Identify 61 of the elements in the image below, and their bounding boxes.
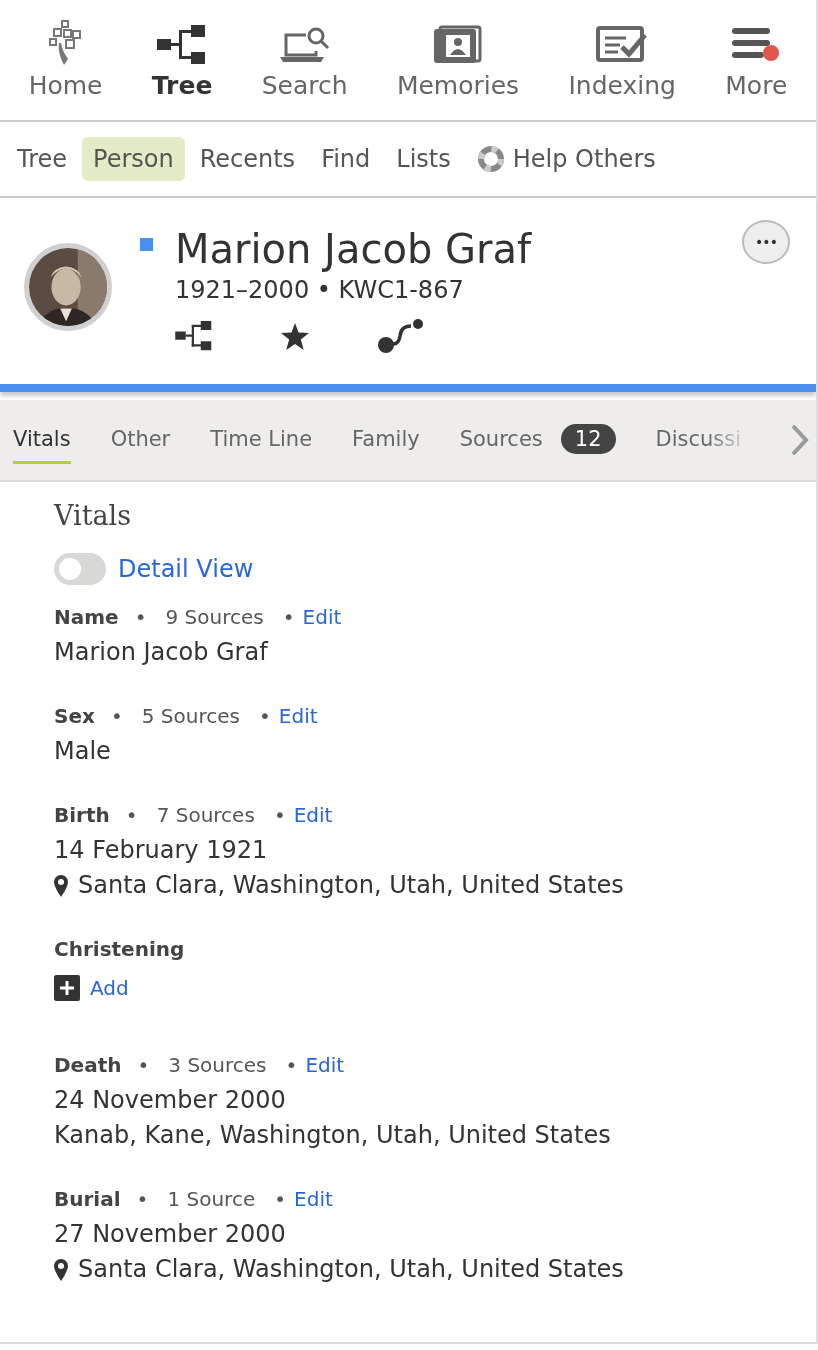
person-name: Marion Jacob Graf bbox=[175, 226, 532, 272]
detail-tab[interactable]: Time Line bbox=[210, 416, 313, 464]
sub-nav-tab[interactable]: Lists bbox=[385, 137, 462, 181]
sub-nav-tab[interactable]: Find bbox=[310, 137, 382, 181]
toggle-switch[interactable] bbox=[54, 553, 106, 585]
fact-label: Death bbox=[54, 1053, 122, 1077]
fact-value: Santa Clara, Washington, Utah, United States bbox=[78, 870, 624, 901]
fact-label: Name bbox=[54, 605, 119, 629]
gender-marker bbox=[140, 238, 153, 251]
add-button[interactable]: Add bbox=[54, 975, 129, 1001]
person-summary: 1921–2000 • KWC1-867 bbox=[175, 276, 465, 304]
fact-label: Birth bbox=[54, 803, 110, 827]
detail-tab[interactable]: Vitals bbox=[13, 416, 71, 464]
star-icon[interactable] bbox=[281, 322, 309, 350]
fact-label: Sex bbox=[54, 704, 95, 728]
edit-link[interactable]: Edit bbox=[294, 1187, 333, 1211]
fact-value: Kanab, Kane, Washington, Utah, United States bbox=[54, 1120, 611, 1151]
sub-nav-tab[interactable]: Person bbox=[82, 137, 185, 181]
section-heading: Vitals bbox=[54, 500, 133, 531]
nav-tab[interactable]: Search bbox=[261, 0, 348, 120]
source-count[interactable]: • 1 Source • bbox=[136, 1187, 287, 1211]
nav-tab[interactable]: Memories bbox=[396, 0, 520, 120]
photo-album-icon bbox=[432, 25, 484, 65]
fact-label: Christening bbox=[54, 937, 185, 961]
fact-value: 24 November 2000 bbox=[54, 1085, 286, 1116]
nav-tab[interactable]: Tree bbox=[151, 0, 213, 120]
location-pin-icon bbox=[54, 1258, 68, 1281]
lifebuoy-icon bbox=[476, 145, 505, 173]
edit-link[interactable]: Edit bbox=[278, 704, 318, 728]
fact-value: Male bbox=[54, 736, 111, 767]
fact-value: 14 February 1921 bbox=[54, 835, 268, 866]
count-badge: 12 bbox=[560, 423, 616, 454]
detail-tab[interactable]: Sources 12 bbox=[459, 413, 616, 467]
fact-label: Burial bbox=[54, 1187, 121, 1211]
source-count[interactable]: • 5 Sources • bbox=[110, 704, 271, 728]
nav-tab[interactable]: More bbox=[725, 0, 788, 120]
detail-tab[interactable]: Family bbox=[352, 416, 420, 464]
plus-icon bbox=[54, 975, 80, 1001]
source-count[interactable]: • 7 Sources • bbox=[125, 803, 286, 827]
fact-value: Santa Clara, Washington, Utah, United States bbox=[78, 1254, 624, 1285]
location-pin-icon bbox=[54, 874, 68, 897]
fact-value: 27 November 2000 bbox=[54, 1219, 286, 1250]
fact-value: Marion Jacob Graf bbox=[54, 637, 268, 668]
checked-form-icon bbox=[596, 25, 649, 65]
nav-tab[interactable]: Indexing bbox=[568, 0, 676, 120]
edit-link[interactable]: Edit bbox=[305, 1053, 345, 1077]
edit-link[interactable]: Edit bbox=[293, 803, 333, 827]
source-count[interactable]: • 9 Sources • bbox=[134, 605, 295, 629]
more-button[interactable]: ••• bbox=[742, 220, 790, 264]
source-count[interactable]: • 3 Sources • bbox=[137, 1053, 298, 1077]
pedigree-icon[interactable] bbox=[175, 321, 213, 351]
detail-view-link[interactable]: Detail View bbox=[118, 555, 254, 583]
sub-nav-tab[interactable]: Help Others bbox=[465, 137, 667, 181]
edit-link[interactable]: Edit bbox=[302, 605, 342, 629]
laptop-search-icon bbox=[277, 25, 332, 65]
relationship-icon[interactable] bbox=[377, 318, 425, 354]
detail-tab[interactable]: Other bbox=[110, 416, 171, 464]
sub-nav-tab[interactable]: Recents bbox=[188, 137, 307, 181]
sub-nav-tab[interactable]: Tree bbox=[6, 137, 78, 181]
nav-tab[interactable]: Home bbox=[28, 0, 103, 120]
pedigree-icon bbox=[157, 25, 208, 65]
